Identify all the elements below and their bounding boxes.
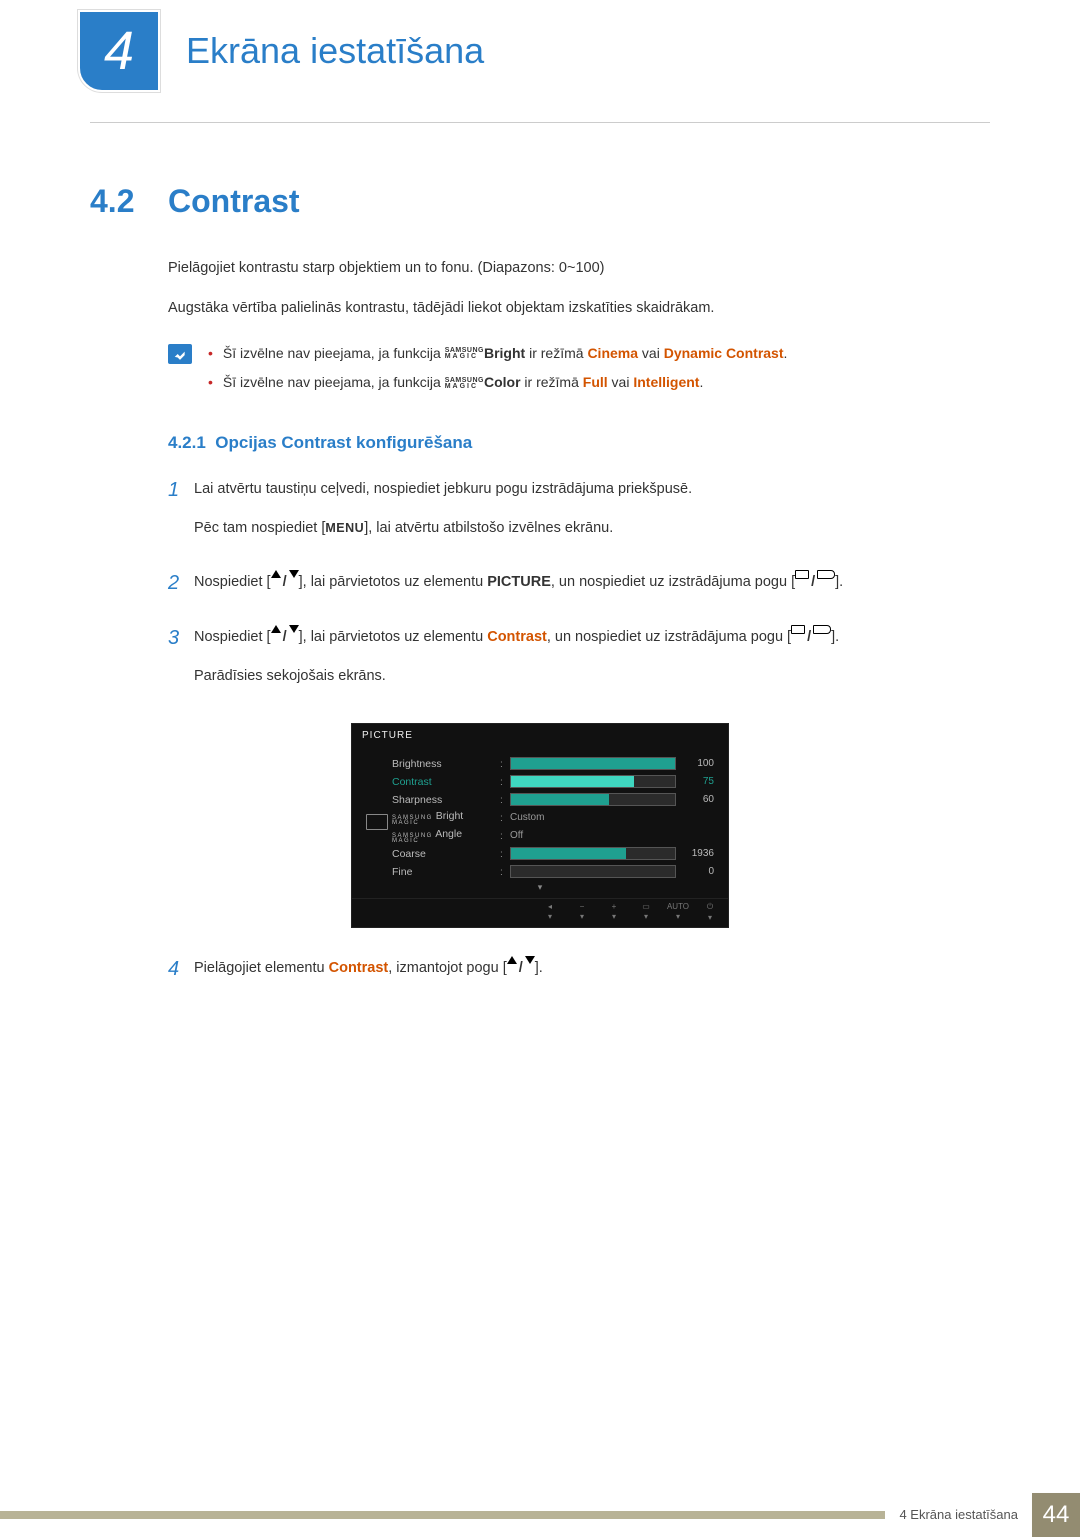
slider-track — [510, 757, 676, 770]
osd-row-sharpness: Sharpness : 60 — [366, 791, 714, 809]
chapter-number: 4 — [104, 20, 134, 82]
up-down-icon: / — [271, 625, 299, 650]
osd-nav-minus-icon: −▾ — [570, 902, 594, 922]
slider-track — [510, 793, 676, 806]
step-number: 1 — [168, 477, 194, 503]
section-number: 4.2 — [90, 183, 168, 220]
step-2: 2 Nospiediet [/], lai pārvietotos uz ele… — [168, 570, 990, 609]
step-number: 4 — [168, 956, 194, 982]
osd-nav-auto: AUTO▾ — [666, 902, 690, 922]
intro-p1: Pielāgojiet kontrastu starp objektiem un… — [168, 258, 990, 280]
page-footer: 4 Ekrāna iestatīšana 44 — [0, 1493, 1080, 1537]
note-line-1: • Šī izvēlne nav pieejama, ja funkcija S… — [208, 342, 990, 366]
chapter-number-badge: 4 — [78, 10, 160, 92]
osd-title: PICTURE — [352, 724, 728, 747]
note-line-2: • Šī izvēlne nav pieejama, ja funkcija S… — [208, 371, 990, 395]
chapter-title: Ekrāna iestatīšana — [186, 30, 484, 72]
rect-buttons-icon: / — [795, 570, 835, 595]
subsection-heading: 4.2.1 Opcijas Contrast konfigurēšana — [168, 433, 990, 453]
rect-buttons-icon: / — [791, 625, 831, 650]
header-rule — [90, 122, 990, 123]
scroll-down-icon: ▾ — [366, 883, 714, 892]
bullet-icon: • — [208, 342, 213, 366]
step-4: 4 Pielāgojiet elementu Contrast, izmanto… — [168, 956, 990, 995]
monitor-icon — [366, 814, 388, 830]
osd-picture-menu: PICTURE Brightness : 100 Contrast : 75 S… — [351, 723, 729, 928]
footer-page-number: 44 — [1032, 1493, 1080, 1537]
menu-button-label: MENU — [325, 521, 364, 535]
slider-track — [510, 847, 676, 860]
footer-label: 4 Ekrāna iestatīšana — [885, 1493, 1032, 1537]
samsung-magic-label: SAMSUNGMAGIC — [445, 348, 484, 359]
step-3: 3 Nospiediet [/], lai pārvietotos uz ele… — [168, 625, 990, 702]
osd-row-contrast: Contrast : 75 — [366, 773, 714, 791]
osd-row-brightness: Brightness : 100 — [366, 755, 714, 773]
slider-track — [510, 865, 676, 878]
step-3-after: Parādīsies sekojošais ekrāns. — [194, 664, 990, 689]
footer-bar — [0, 1511, 885, 1519]
intro-p2: Augstāka vērtība palielinās kontrastu, t… — [168, 298, 990, 320]
step-1: 1 Lai atvērtu taustiņu ceļvedi, nospiedi… — [168, 477, 990, 554]
step-1-line2: Pēc tam nospiediet [MENU], lai atvērtu a… — [194, 516, 990, 541]
up-down-icon: / — [507, 956, 535, 981]
osd-footer: ◂▾ −▾ +▾ ▭▾ AUTO▾ ⏻▾ — [352, 898, 728, 927]
note-icon — [168, 344, 192, 364]
osd-row-fine: Fine : 0 — [366, 863, 714, 881]
step-number: 2 — [168, 570, 194, 596]
section-title: Contrast — [168, 183, 300, 220]
up-down-icon: / — [271, 570, 299, 595]
osd-nav-plus-icon: +▾ — [602, 902, 626, 922]
slider-track — [510, 775, 676, 788]
step-number: 3 — [168, 625, 194, 651]
osd-row-magic-bright: SAMSUNGMAGIC Bright : Custom — [366, 809, 714, 827]
section-heading: 4.2 Contrast — [90, 183, 990, 220]
osd-row-magic-angle: SAMSUNGMAGIC Angle : Off — [366, 827, 714, 845]
osd-nav-power-icon: ⏻▾ — [698, 902, 722, 922]
osd-row-coarse: Coarse : 1936 — [366, 845, 714, 863]
osd-nav-enter-icon: ▭▾ — [634, 902, 658, 922]
note-block: • Šī izvēlne nav pieejama, ja funkcija S… — [168, 342, 990, 402]
samsung-magic-label: SAMSUNGMAGIC — [445, 378, 484, 389]
osd-nav-left-icon: ◂▾ — [538, 902, 562, 922]
bullet-icon: • — [208, 371, 213, 395]
step-1-line1: Lai atvērtu taustiņu ceļvedi, nospiediet… — [194, 477, 990, 502]
chapter-header: 4 Ekrāna iestatīšana — [78, 10, 1080, 92]
